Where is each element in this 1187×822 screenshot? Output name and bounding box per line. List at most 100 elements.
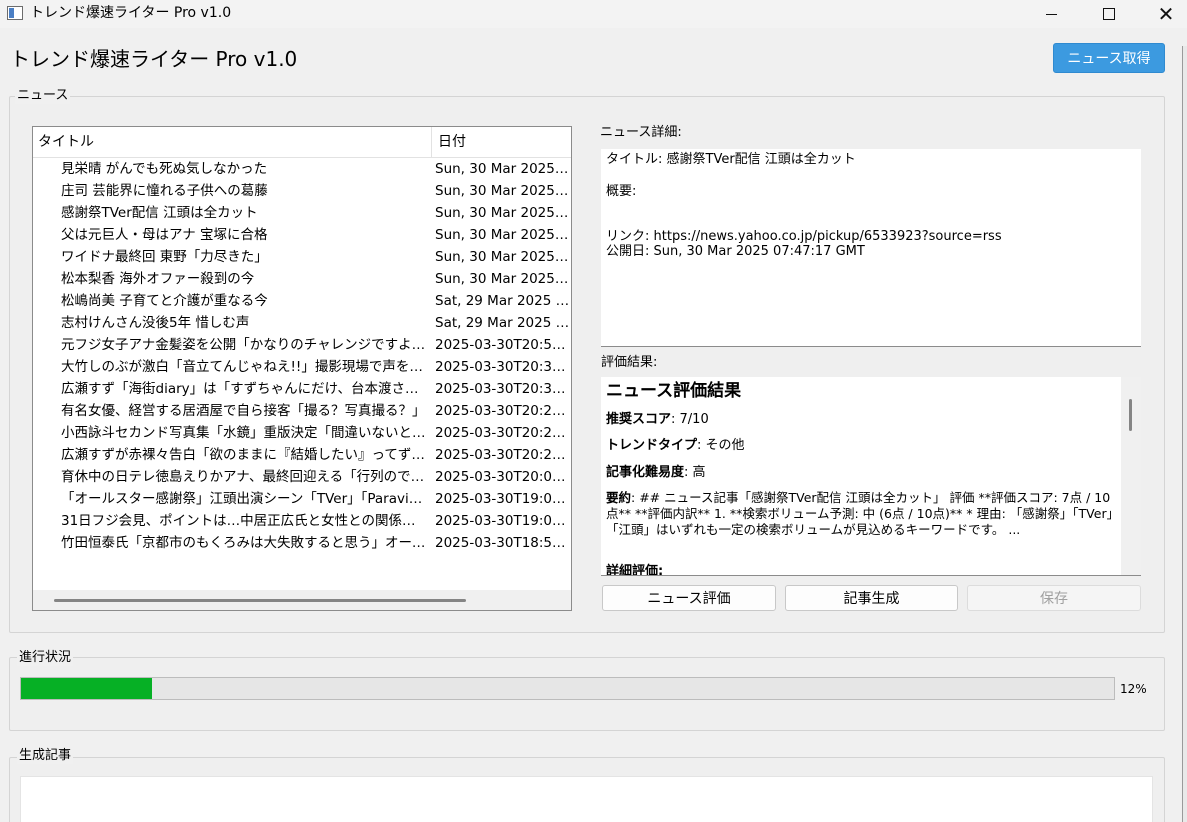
difficulty-label: 記事化難易度: [606, 465, 685, 480]
trend-line: トレンドタイプ: その他: [606, 437, 745, 455]
detail-summary-line: 概要:: [606, 184, 637, 199]
cell-title: 育休中の日テレ徳島えりかアナ、最終回迎える「行列のでき...: [61, 469, 427, 485]
scrollbar-thumb[interactable]: [1129, 399, 1132, 431]
evaluation-heading: ニュース評価結果: [606, 381, 742, 401]
difficulty-value: : 高: [684, 465, 706, 480]
cell-date: 2025-03-30T20:32:1...: [435, 359, 570, 375]
cell-title: 見栄晴 がんでも死ぬ気しなかった: [61, 161, 268, 177]
cell-title: 有名女優、経営する居酒屋で自ら接客「撮る？写真撮る？」: [61, 403, 426, 419]
cell-title: 志村けんさん没後5年 惜しむ声: [61, 315, 250, 331]
table-row[interactable]: 31日フジ会見、ポイントは…中居正広氏と女性との関係解... 2025-03-30…: [33, 510, 571, 532]
app-window-icon: [7, 6, 23, 20]
cell-date: 2025-03-30T20:02:4...: [435, 469, 570, 485]
table-row[interactable]: 見栄晴 がんでも死ぬ気しなかった Sun, 30 Mar 2025 1...: [33, 158, 571, 180]
progress-group-label: 進行状況: [17, 650, 74, 666]
column-header-title[interactable]: タイトル: [33, 127, 432, 158]
table-row[interactable]: ワイドナ最終回 東野「力尽きた」 Sun, 30 Mar 2025 0...: [33, 246, 571, 268]
table-row[interactable]: 松嶋尚美 子育てと介護が重なる今 Sat, 29 Mar 2025 23...: [33, 290, 571, 312]
scrollbar-thumb[interactable]: [54, 599, 466, 602]
generated-article-textarea[interactable]: [20, 776, 1153, 822]
cell-date: Sat, 29 Mar 2025 23...: [435, 293, 570, 309]
trend-label: トレンドタイプ: [606, 438, 698, 453]
table-row[interactable]: 有名女優、経営する居酒屋で自ら接客「撮る？写真撮る？」 2025-03-30T20…: [33, 400, 571, 422]
window-edge-strip: [1182, 46, 1187, 822]
cell-date: 2025-03-30T20:24:4...: [435, 447, 570, 463]
table-row[interactable]: 松本梨香 海外オファー殺到の今 Sun, 30 Mar 2025 0...: [33, 268, 571, 290]
table-row[interactable]: 感謝祭TVer配信 江頭は全カット Sun, 30 Mar 2025 0...: [33, 202, 571, 224]
cell-date: 2025-03-30T20:29:1...: [435, 403, 570, 419]
table-row[interactable]: 父は元巨人・母はアナ 宝塚に合格 Sun, 30 Mar 2025 0...: [33, 224, 571, 246]
table-row[interactable]: 「オールスター感謝祭」江頭出演シーン「TVer」「Paravi」で全... 202…: [33, 488, 571, 510]
progress-bar: [20, 677, 1115, 700]
save-button[interactable]: 保存: [967, 585, 1141, 611]
table-row[interactable]: 竹田恒泰氏「京都市のもくろみは大失敗すると思う」オーバー... 2025-03-3…: [33, 532, 571, 554]
minimize-button[interactable]: [1022, 0, 1080, 28]
window-title: トレンド爆速ライター Pro v1.0: [30, 5, 232, 21]
details-line: 詳細評価:: [606, 563, 664, 576]
cell-title: 広瀬すずが赤裸々告白「欲のままに『結婚したい』ってずっと思...: [61, 447, 427, 463]
table-row[interactable]: 育休中の日テレ徳島えりかアナ、最終回迎える「行列のでき... 2025-03-30…: [33, 466, 571, 488]
cell-title: 大竹しのぶが激白「音立てんじゃねえ!!」撮影現場で声を荒げ...: [61, 359, 427, 375]
table-row[interactable]: 志村けんさん没後5年 惜しむ声 Sat, 29 Mar 2025 13...: [33, 312, 571, 334]
trend-value: : その他: [697, 438, 745, 453]
table-row[interactable]: 庄司 芸能界に憧れる子供への葛藤 Sun, 30 Mar 2025 0...: [33, 180, 571, 202]
column-header-date[interactable]: 日付: [433, 127, 571, 158]
table-row[interactable]: 元フジ女子アナ金髪姿を公開「かなりのチャレンジですよね？」... 2025-03-…: [33, 334, 571, 356]
cell-title: 広瀬すず「海街diary」は「すずちゃんにだけ、台本渡されてな...: [61, 381, 427, 397]
table-row[interactable]: 小西詠斗セカンド写真集「水鏡」重版決定「間違いないとい... 2025-03-30…: [33, 422, 571, 444]
detail-published-line: 公開日: Sun, 30 Mar 2025 07:47:17 GMT: [606, 244, 865, 259]
score-line: 推奨スコア: 7/10: [606, 411, 709, 429]
progress-fill: [21, 678, 152, 699]
cell-date: Sun, 30 Mar 2025 0...: [435, 183, 570, 199]
table-header: タイトル 日付: [33, 127, 571, 158]
evaluation-result-box[interactable]: ニュース評価結果 推奨スコア: 7/10 トレンドタイプ: その他 記事化難易度…: [601, 377, 1141, 576]
details-label: 詳細評価:: [606, 564, 664, 576]
cell-date: Sun, 30 Mar 2025 0...: [435, 227, 570, 243]
table-row[interactable]: 広瀬すず「海街diary」は「すずちゃんにだけ、台本渡されてな... 2025-0…: [33, 378, 571, 400]
cell-title: 父は元巨人・母はアナ 宝塚に合格: [61, 227, 268, 243]
cell-title: 竹田恒泰氏「京都市のもくろみは大失敗すると思う」オーバー...: [61, 535, 427, 551]
news-table[interactable]: タイトル 日付 見栄晴 がんでも死ぬ気しなかった Sun, 30 Mar 2025…: [32, 126, 572, 611]
summary-text: : ## ニュース記事「感謝祭TVer配信 江頭は全カット」 評価 **評価スコ…: [606, 490, 1113, 537]
detail-title-line: タイトル: 感謝祭TVer配信 江頭は全カット: [606, 152, 856, 167]
summary-label: 要約: [606, 490, 632, 505]
evaluate-news-button[interactable]: ニュース評価: [602, 585, 776, 611]
evaluation-label: 評価結果:: [601, 355, 658, 370]
cell-title: ワイドナ最終回 東野「力尽きた」: [61, 249, 268, 265]
detail-link-line: リンク: https://news.yahoo.co.jp/pickup/653…: [606, 229, 1002, 244]
score-label: 推奨スコア: [606, 412, 672, 427]
fetch-news-button[interactable]: ニュース取得: [1053, 43, 1165, 73]
difficulty-line: 記事化難易度: 高: [606, 464, 706, 482]
table-row[interactable]: 広瀬すずが赤裸々告白「欲のままに『結婚したい』ってずっと思... 2025-03-…: [33, 444, 571, 466]
news-detail-label: ニュース詳細:: [600, 125, 682, 140]
cell-date: 2025-03-30T20:50:3...: [435, 337, 570, 353]
maximize-icon: [1103, 8, 1115, 20]
minimize-icon: [1045, 13, 1057, 15]
cell-date: Sun, 30 Mar 2025 0...: [435, 205, 570, 221]
cell-title: 小西詠斗セカンド写真集「水鏡」重版決定「間違いないとい...: [61, 425, 427, 441]
progress-percent-text: 12%: [1120, 682, 1147, 696]
table-row[interactable]: 大竹しのぶが激白「音立てんじゃねえ!!」撮影現場で声を荒げ... 2025-03-…: [33, 356, 571, 378]
page-title: トレンド爆速ライター Pro v1.0: [10, 47, 298, 71]
cell-title: 「オールスター感謝祭」江頭出演シーン「TVer」「Paravi」で全...: [61, 491, 427, 507]
score-value: : 7/10: [671, 412, 709, 427]
cell-date: 2025-03-30T20:30:5...: [435, 381, 570, 397]
summary-paragraph: 要約: ## ニュース記事「感謝祭TVer配信 江頭は全カット」 評価 **評価…: [606, 490, 1116, 538]
cell-title: 松本梨香 海外オファー殺到の今: [61, 271, 255, 287]
maximize-button[interactable]: [1080, 0, 1138, 28]
generate-article-button[interactable]: 記事生成: [785, 585, 958, 611]
close-button[interactable]: ✕: [1137, 0, 1187, 28]
cell-date: 2025-03-30T19:02:0...: [435, 513, 570, 529]
cell-date: 2025-03-30T20:26:2...: [435, 425, 570, 441]
cell-title: 庄司 芸能界に憧れる子供への葛藤: [61, 183, 268, 199]
cell-date: Sun, 30 Mar 2025 0...: [435, 249, 570, 265]
generated-article-label: 生成記事: [17, 748, 74, 764]
cell-date: 2025-03-30T19:03:5...: [435, 491, 570, 507]
cell-title: 松嶋尚美 子育てと介護が重なる今: [61, 293, 268, 309]
cell-date: Sat, 29 Mar 2025 13...: [435, 315, 570, 331]
news-group-label: ニュース: [15, 88, 71, 104]
vertical-scrollbar[interactable]: [1121, 377, 1141, 575]
horizontal-scrollbar[interactable]: [33, 590, 571, 610]
news-detail-box[interactable]: タイトル: 感謝祭TVer配信 江頭は全カット 概要: リンク: https:/…: [601, 149, 1141, 347]
cell-title: 元フジ女子アナ金髪姿を公開「かなりのチャレンジですよね？」...: [61, 337, 427, 353]
